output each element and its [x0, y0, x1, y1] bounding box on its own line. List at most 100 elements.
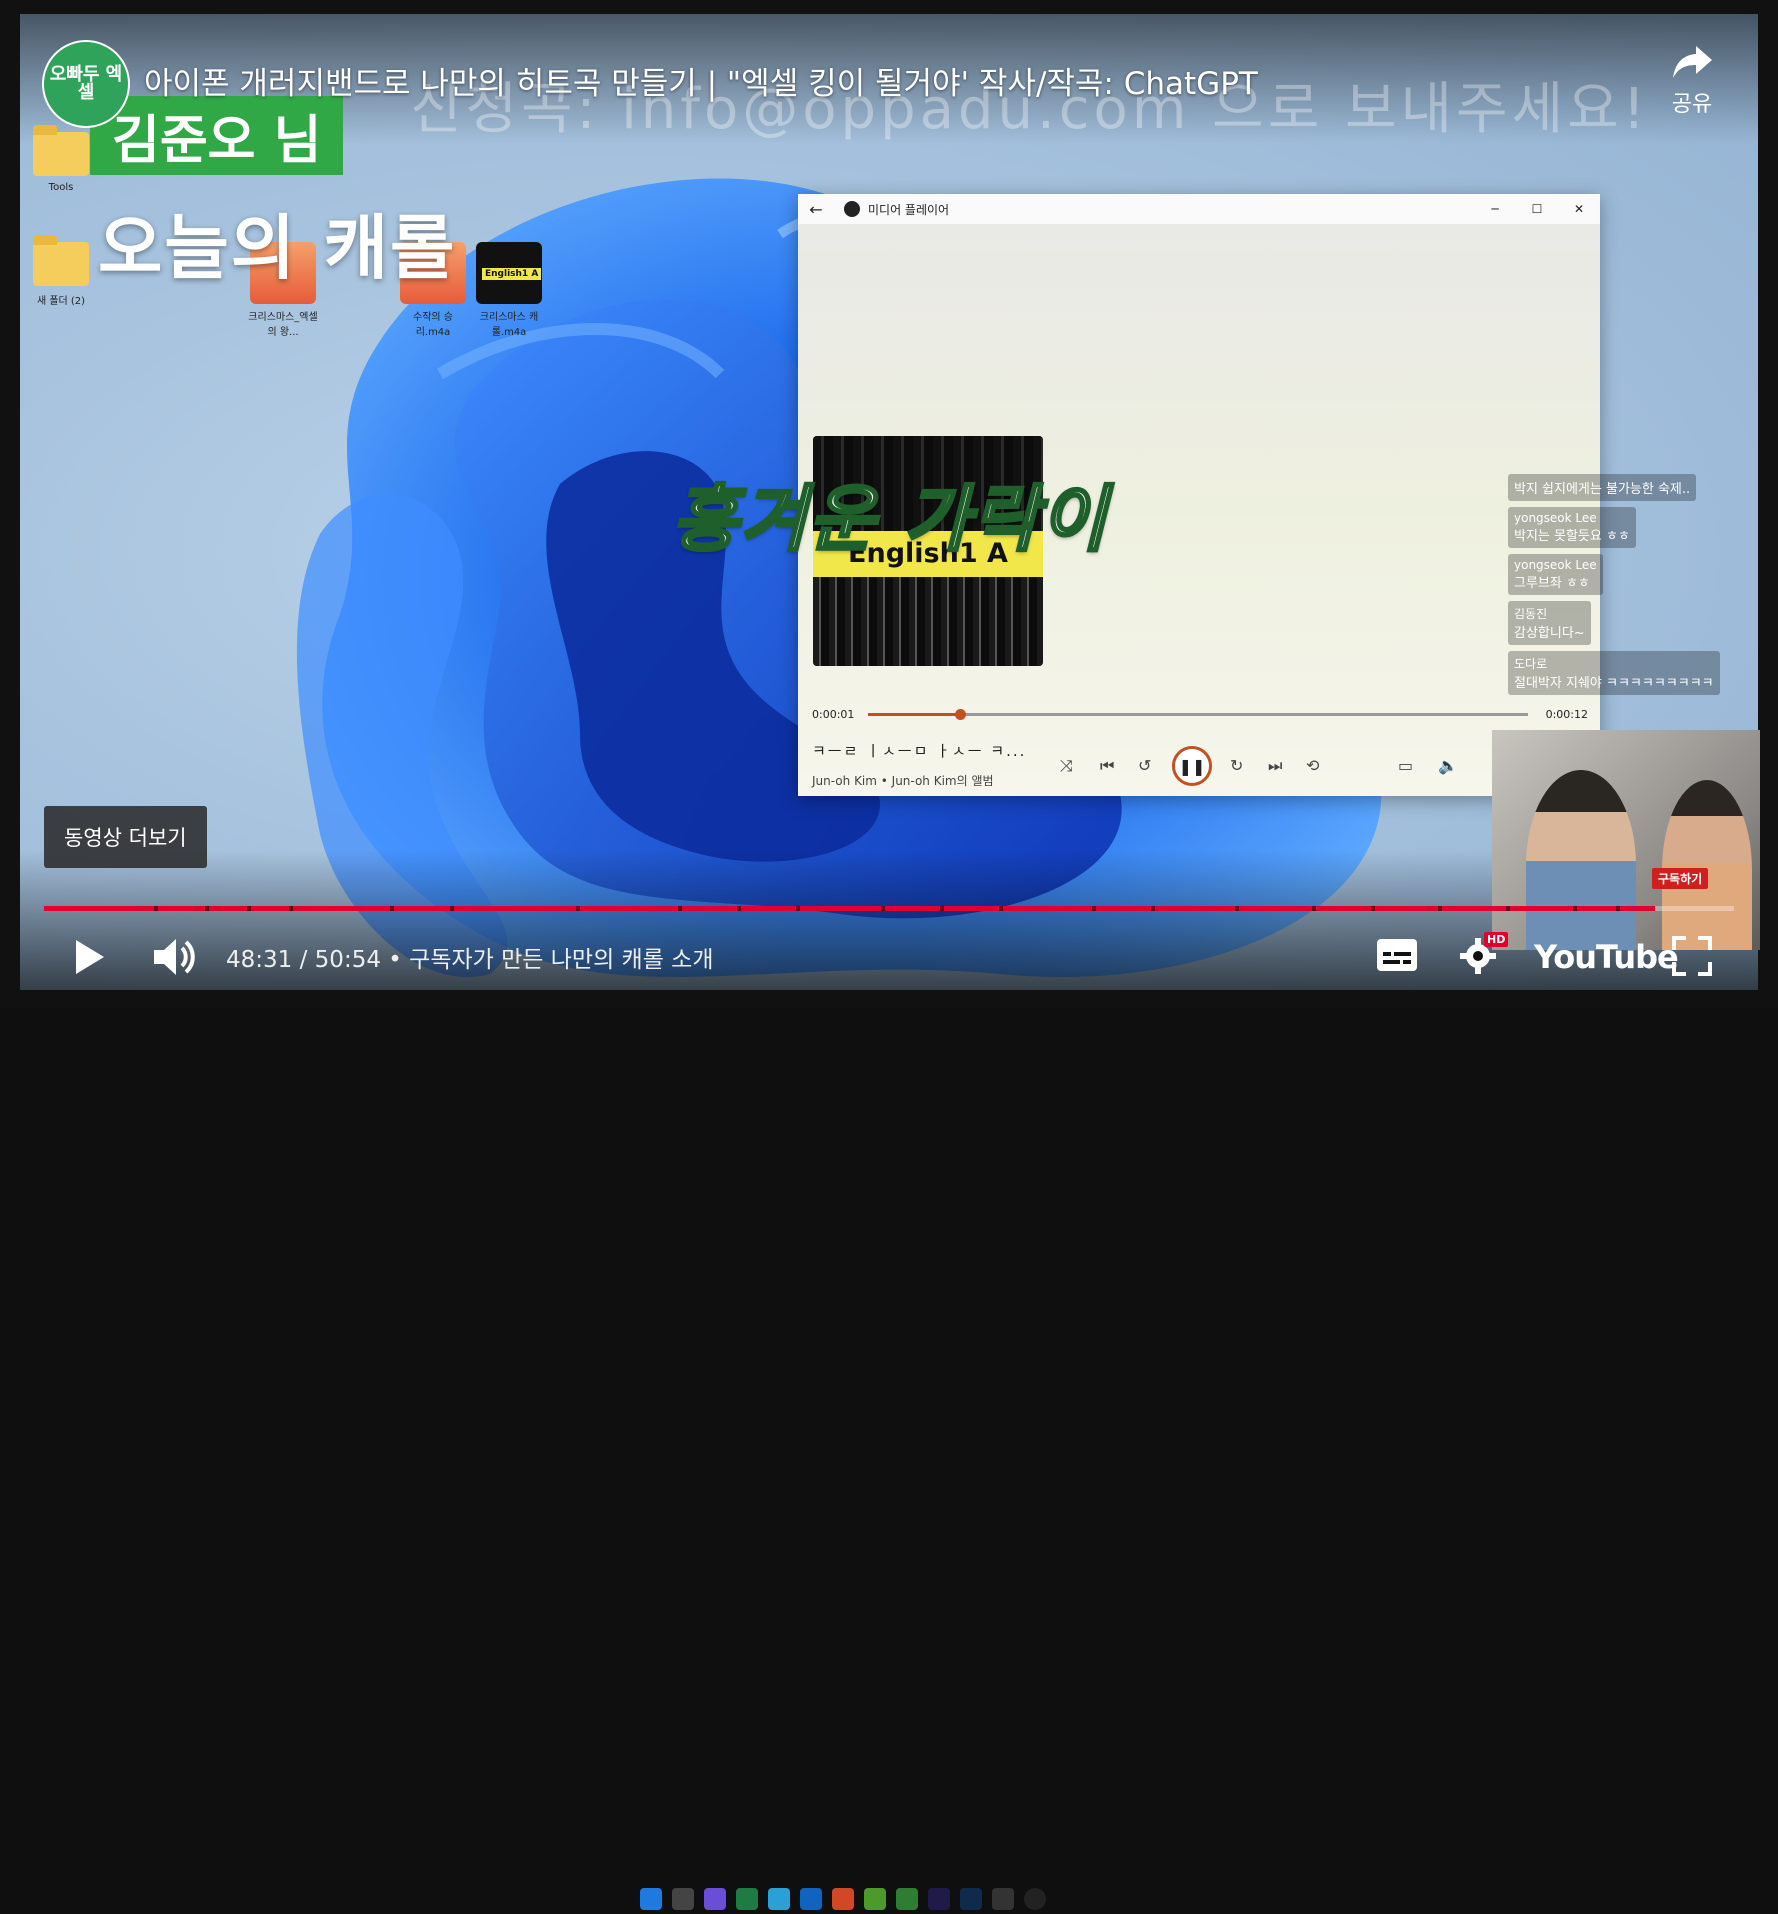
notepad-icon [896, 1888, 918, 1910]
chat-author: yongseok Lee [1514, 511, 1597, 525]
player-controls: 48:31 / 50:54 • 구독자가 만든 나만의 캐롤 소개 HD You… [0, 928, 1778, 1910]
repeat-off-icon[interactable]: ⟲ [1306, 756, 1319, 775]
total-time: 0:00:12 [1545, 708, 1588, 721]
chat-text: 절대박자 지쉐야 ㅋㅋㅋㅋㅋㅋㅋㅋㅋ [1514, 676, 1714, 691]
fullscreen-icon[interactable] [1672, 936, 1712, 976]
youtube-logo[interactable]: YouTube [1534, 938, 1679, 976]
chapter-marker [1505, 906, 1510, 911]
volume-icon[interactable] [152, 936, 196, 978]
album-thumbnail-text: English1 A [482, 268, 542, 280]
chapter-marker [796, 906, 801, 911]
subscribe-badge[interactable]: 구독하기 [1652, 868, 1709, 889]
edge-icon [768, 1888, 790, 1910]
chat-author: 도다로 [1514, 657, 1548, 671]
maximize-icon[interactable]: ☐ [1516, 202, 1558, 216]
rewind-10-icon[interactable]: ↺ [1138, 756, 1151, 775]
share-label: 공유 [1671, 92, 1713, 117]
chapter-marker [1150, 906, 1155, 911]
chapter-marker [246, 906, 251, 911]
video-progress-played [44, 906, 1655, 911]
media-player-logo-icon [844, 201, 860, 217]
chat-author: 김동진 [1514, 607, 1548, 621]
premiere-icon [928, 1888, 950, 1910]
close-icon[interactable]: ✕ [1558, 202, 1600, 216]
chapter-marker [736, 906, 741, 911]
desktop-icon-tools[interactable]: Tools [26, 125, 96, 193]
media-seek-bar[interactable] [868, 709, 1528, 720]
chapter-marker [449, 906, 454, 911]
song-title: ㅋㅡㄹ ㅣㅅㅡㅁ ㅏㅅㅡ ㅋ... [812, 742, 1027, 760]
chapter-marker [880, 906, 885, 911]
chapter-separator: • [388, 947, 410, 973]
media-player-titlebar: ← 미디어 플레이어 ─ ☐ ✕ [798, 194, 1600, 224]
chapter-marker [998, 906, 1003, 911]
chapter-marker [289, 906, 294, 911]
desktop-icon-label: 크리스마스 캐롤.m4a [479, 312, 539, 338]
chat-text: 그루브좌 ㅎㅎ [1514, 576, 1590, 591]
outlook-icon [800, 1888, 822, 1910]
chat-message: yongseok Lee 박지는 못할듯요 ㅎㅎ [1508, 507, 1636, 548]
desktop-icon-new-folder[interactable]: 새 폴더 (2) [26, 235, 96, 307]
media-player-taskbar-icon [1024, 1888, 1046, 1910]
share-button[interactable]: 공유 [1670, 44, 1714, 118]
video-title[interactable]: 아이폰 개러지밴드로 나만의 히트곡 만들기 | "엑셀 킹이 될거야' 작사/… [144, 58, 1258, 103]
chapter-marker [576, 906, 581, 911]
live-chat-overlay: 박지 쉽지에게는 불가능한 숙제.. yongseok Lee 박지는 못할듯요… [1508, 474, 1720, 701]
miniplayer-icon[interactable]: ▭ [1398, 756, 1413, 775]
desktop-icon-label: 새 폴더 (2) [36, 296, 86, 307]
pause-button[interactable]: ❚❚ [1172, 746, 1212, 786]
chat-message: 도다로 절대박자 지쉐야 ㅋㅋㅋㅋㅋㅋㅋㅋㅋ [1508, 651, 1720, 695]
pause-icon: ❚❚ [1178, 756, 1206, 776]
chat-message: 박지 쉽지에게는 불가능한 숙제.. [1508, 474, 1697, 501]
back-arrow-icon[interactable]: ← [798, 200, 834, 219]
minimize-icon[interactable]: ─ [1474, 202, 1516, 216]
chat-message: yongseok Lee 그루브좌 ㅎㅎ [1508, 554, 1603, 595]
chapter-marker [939, 906, 944, 911]
host-figure-left [1526, 770, 1636, 950]
chapter-marker [1370, 906, 1375, 911]
powerpoint-icon [832, 1888, 854, 1910]
youtube-player-frame: 신청곡: info@oppadu.com 으로 보내주세요! Tools 새 폴… [0, 0, 1778, 1910]
desktop-icon-label: 수작의 승리.m4a [413, 312, 453, 338]
video-progress-bar[interactable] [44, 906, 1734, 911]
chapter-marker [677, 906, 682, 911]
more-videos-button[interactable]: 동영상 더보기 [44, 806, 207, 868]
lyric-caption: 흥겨운 가락이 [671, 476, 1109, 563]
album-thumbnail-icon: English1 A [476, 242, 542, 304]
chapter-marker [1615, 906, 1620, 911]
channel-avatar[interactable]: 오빠두 엑셀 [42, 40, 130, 128]
current-time: 48:31 [226, 947, 293, 973]
windows-taskbar [640, 1884, 1140, 1914]
previous-icon[interactable]: ⏮ [1100, 756, 1114, 776]
subtitles-icon[interactable] [1376, 938, 1418, 972]
chapter-marker [1438, 906, 1443, 911]
desktop-icon-label: Tools [48, 182, 74, 193]
hd-badge: HD [1484, 932, 1509, 947]
chat-author: yongseok Lee [1514, 558, 1597, 572]
chat-text: 박지 쉽지에게는 불가능한 숙제.. [1514, 482, 1691, 497]
chapter-marker [153, 906, 158, 911]
desktop-icon-label: 크리스마스_엑셀의 왕... [248, 312, 318, 338]
chapter-marker [1573, 906, 1578, 911]
chapter-marker [204, 906, 209, 911]
chapter-title[interactable]: 구독자가 만든 나만의 캐롤 소개 [409, 947, 713, 973]
app-icon [864, 1888, 886, 1910]
host-figure-right [1662, 780, 1752, 950]
forward-30-icon[interactable]: ↻ [1230, 756, 1243, 775]
media-seek-knob[interactable] [955, 709, 967, 720]
next-icon[interactable]: ⏭ [1268, 756, 1282, 776]
app-icon [992, 1888, 1014, 1910]
total-time: 50:54 [314, 947, 381, 973]
desktop-icon-album[interactable]: English1 A 크리스마스 캐롤.m4a [474, 242, 544, 338]
chapter-marker [390, 906, 395, 911]
elapsed-time: 0:00:01 [812, 708, 855, 721]
volume-icon[interactable]: 🔈 [1438, 756, 1458, 775]
play-icon[interactable] [74, 938, 106, 976]
album-city-bottom [813, 577, 1043, 666]
share-arrow-icon [1673, 46, 1712, 78]
search-icon [672, 1888, 694, 1910]
media-player-title: 미디어 플레이어 [868, 202, 950, 217]
windows-start-icon [640, 1888, 662, 1910]
shuffle-icon[interactable]: ⤨ [1060, 756, 1073, 776]
time-separator: / [299, 947, 315, 973]
